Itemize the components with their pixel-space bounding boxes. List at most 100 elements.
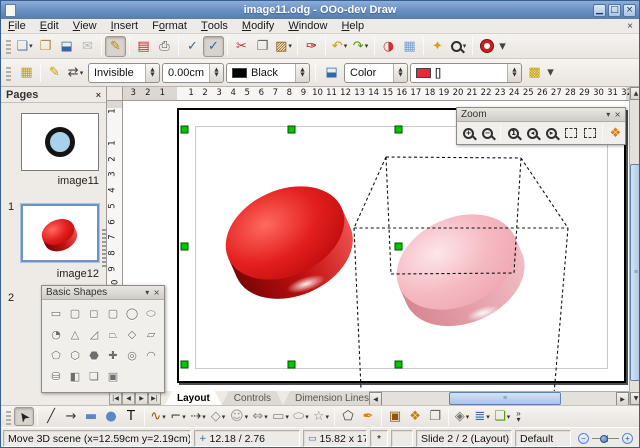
print-button[interactable]: ⎙	[154, 36, 175, 57]
line-color-combo[interactable]: Black ▲▼	[226, 63, 310, 83]
scroll-down-icon[interactable]: ▼	[630, 392, 640, 405]
pages-splitter[interactable]	[102, 227, 106, 267]
linefill-options-button[interactable]: ▾	[545, 62, 556, 83]
menu-format[interactable]: Format	[145, 19, 194, 33]
open-button[interactable]: ❐	[35, 36, 56, 57]
new-document-dropdown[interactable]: ▾	[29, 42, 33, 50]
chart-button[interactable]: ◑	[378, 36, 399, 57]
menu-modify[interactable]: Modify	[235, 19, 281, 33]
maximize-button[interactable]: □	[608, 4, 621, 17]
zoom-next-button[interactable]: ▸	[542, 124, 561, 143]
scroll-right-icon[interactable]: ▶	[616, 392, 629, 406]
symbol-shapes-dropdown[interactable]: ▾	[245, 413, 249, 421]
shift-button[interactable]: ❖	[606, 124, 625, 143]
zoom-dropdown[interactable]: ▾	[463, 42, 467, 50]
shape-right-triangle[interactable]: ◿	[85, 326, 103, 343]
shape-octagon[interactable]: ⬣	[85, 347, 103, 364]
basic-shapes-close-icon[interactable]: ×	[153, 288, 160, 297]
paste-button[interactable]: ▨▾	[273, 36, 294, 57]
clone-formatting-button[interactable]: ✑	[301, 36, 322, 57]
red-disc[interactable]	[211, 168, 368, 316]
spellcheck-button[interactable]: ✓	[182, 36, 203, 57]
zoom-in-button[interactable]: +	[459, 124, 478, 143]
shape-hexagon[interactable]: ⬡	[66, 347, 84, 364]
styles-window-button[interactable]: ▦	[16, 62, 37, 83]
selection-handle[interactable]	[395, 243, 402, 250]
arrow-style-button[interactable]: ⇄▾	[65, 62, 86, 83]
zoom-slider-track[interactable]	[592, 433, 619, 444]
status-slide-cell[interactable]: Slide 2 / 2 (Layout)	[416, 430, 512, 447]
shape-trapezoid[interactable]: ⏢	[104, 326, 122, 343]
tab-layout[interactable]: Layout	[165, 391, 222, 405]
basic-shapes-titlebar[interactable]: Basic Shapes ▾ ×	[42, 286, 164, 300]
selection-handle[interactable]	[288, 126, 295, 133]
toolbar-grip[interactable]	[6, 409, 11, 425]
shape-block-arc[interactable]: ◠	[142, 347, 160, 364]
shape-diamond[interactable]: ◇	[123, 326, 141, 343]
menu-edit[interactable]: Edit	[33, 19, 66, 33]
document-close-button[interactable]: ×	[627, 21, 633, 32]
callouts-dropdown[interactable]: ▾	[305, 413, 309, 421]
export-pdf-button[interactable]: ▤	[133, 36, 154, 57]
line-style-combo[interactable]: Invisible ▲▼	[88, 63, 160, 83]
page-thumbnail-2[interactable]	[21, 204, 99, 262]
arrange-dropdown[interactable]: ▾	[507, 413, 511, 421]
auto-spellcheck-button[interactable]: ✓	[203, 36, 224, 57]
rectangle-button[interactable]: ▬	[81, 407, 101, 426]
last-page-button[interactable]: ▶|	[148, 392, 161, 405]
redo-button[interactable]: ↷▾	[350, 36, 371, 57]
menu-file[interactable]: File	[1, 19, 33, 33]
save-button[interactable]: ⬓	[56, 36, 77, 57]
selection-handle[interactable]	[288, 361, 295, 368]
vertical-scrollbar[interactable]: ▲ ≡ ▼	[629, 87, 640, 405]
title-bar[interactable]: image11.odg - OOo-dev Draw ▁□×	[1, 1, 639, 19]
flowchart-dropdown[interactable]: ▾	[285, 413, 289, 421]
new-document-button[interactable]: ❏▾	[14, 36, 35, 57]
line-ends-arrow-button[interactable]: →	[61, 407, 81, 426]
selection-handle[interactable]	[181, 126, 188, 133]
toolbar-options-button[interactable]: ▾	[497, 36, 508, 57]
curve-dropdown[interactable]: ▾	[162, 413, 166, 421]
pages-close-icon[interactable]: ×	[96, 90, 101, 100]
copy-button[interactable]: ❐	[252, 36, 273, 57]
zoom-button[interactable]: ▾	[448, 36, 469, 57]
zoom-toolbar-titlebar[interactable]: Zoom ▾ ×	[457, 108, 625, 122]
navigator-button[interactable]: ✦	[427, 36, 448, 57]
shape-isosceles-triangle[interactable]: △	[66, 326, 84, 343]
effects-button[interactable]: ◈▾	[452, 407, 472, 426]
page-thumbnail-1[interactable]	[21, 113, 99, 171]
shape-frame[interactable]: ▣	[104, 368, 122, 385]
selection-handle[interactable]	[395, 126, 402, 133]
line-style-stepper[interactable]: ▲▼	[145, 64, 159, 82]
basic-shapes-menu-icon[interactable]: ▾	[145, 288, 149, 297]
shape-rectangle[interactable]: ▭	[47, 305, 65, 322]
shadow-button[interactable]: ▩	[524, 62, 545, 83]
help-button[interactable]	[476, 36, 497, 57]
lines-and-arrows-dropdown[interactable]: ▾	[202, 413, 206, 421]
scroll-up-icon[interactable]: ▲	[630, 87, 640, 100]
gallery-button[interactable]: ▦	[399, 36, 420, 57]
block-arrows-button[interactable]: ⇔▾	[250, 407, 270, 426]
line-width-spinbox[interactable]: 0.00cm ▲▼	[162, 63, 224, 83]
status-style-cell[interactable]: Default	[515, 430, 571, 447]
block-arrows-dropdown[interactable]: ▾	[264, 413, 268, 421]
selection-handle[interactable]	[181, 243, 188, 250]
clone-button[interactable]: ❐	[425, 407, 445, 426]
zoom-100-button[interactable]: 1	[504, 124, 523, 143]
undo-dropdown[interactable]: ▾	[344, 42, 348, 50]
menu-view[interactable]: View	[66, 19, 104, 33]
shape-ellipse[interactable]: ⬭	[142, 305, 160, 322]
effects-dropdown[interactable]: ▾	[466, 413, 470, 421]
paste-dropdown[interactable]: ▾	[288, 42, 292, 50]
selection-handle[interactable]	[181, 361, 188, 368]
toolbar-grip[interactable]	[6, 65, 11, 81]
zoom-previous-button[interactable]: ◂	[523, 124, 542, 143]
line-button[interactable]: ╱	[41, 407, 61, 426]
connector-dropdown[interactable]: ▾	[182, 413, 186, 421]
menu-tools[interactable]: Tools	[194, 19, 235, 33]
zoom-page-width-button[interactable]	[580, 124, 599, 143]
zoom-out-button[interactable]: −	[478, 124, 497, 143]
ellipse-button[interactable]: ●	[101, 407, 121, 426]
shape-ring[interactable]: ◎	[123, 347, 141, 364]
shape-regular-pentagon[interactable]: ⬠	[47, 347, 65, 364]
